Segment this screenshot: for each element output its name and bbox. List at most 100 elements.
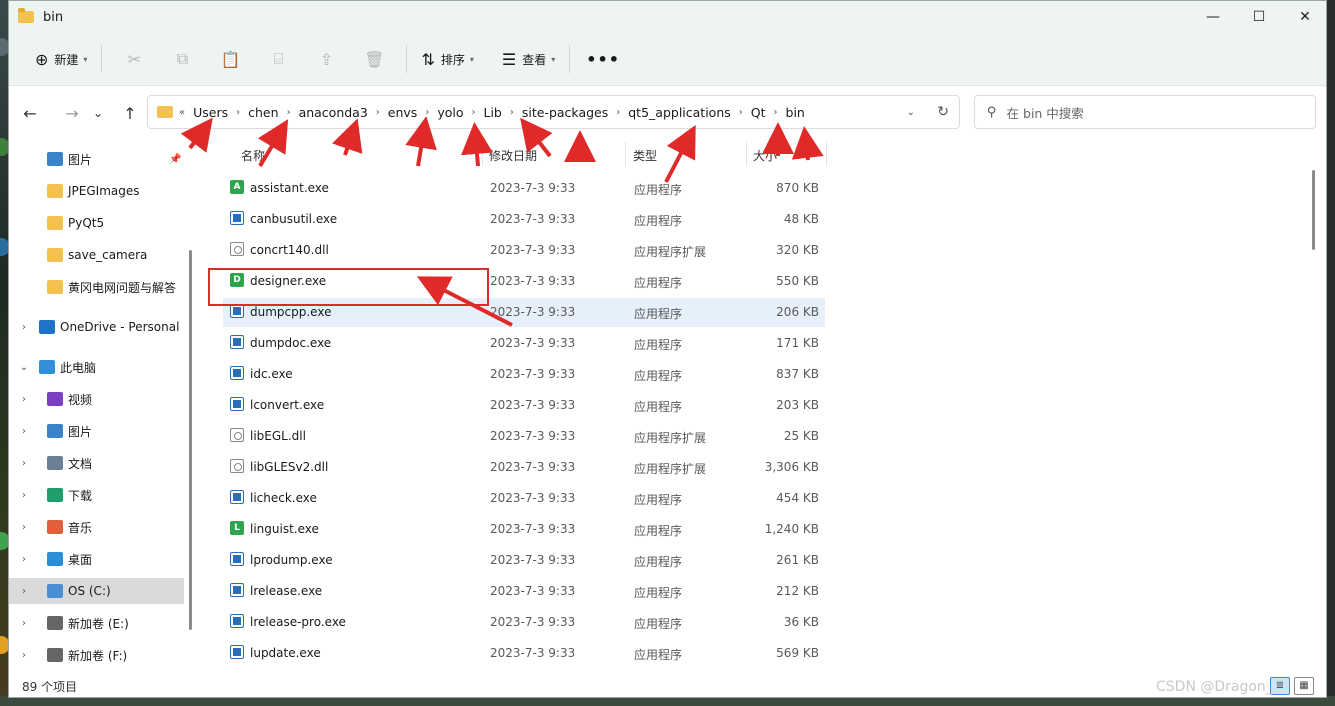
sidebar-item[interactable]: › OneDrive - Personal — [9, 314, 184, 340]
copy-icon[interactable]: ⧉ — [158, 43, 206, 75]
breadcrumb-separator[interactable]: › — [774, 107, 778, 118]
sidebar-item[interactable]: PyQt5 — [9, 210, 184, 236]
chevron-right-icon[interactable]: › — [19, 618, 29, 629]
breadcrumb-item[interactable]: Qt — [751, 105, 766, 120]
view-button[interactable]: ☰ 查看 ▾ — [496, 43, 561, 75]
breadcrumb-separator[interactable]: › — [510, 107, 514, 118]
sidebar-item[interactable]: ⌄ 此电脑 — [9, 354, 184, 380]
table-row[interactable]: idc.exe 2023-7-3 9:33 应用程序 837 KB — [223, 360, 825, 389]
maximize-button[interactable]: ☐ — [1236, 1, 1282, 33]
more-options-button[interactable]: ••• — [586, 50, 620, 69]
sidebar-item[interactable]: › 下载 — [9, 482, 184, 508]
breadcrumb-separator[interactable]: › — [616, 107, 620, 118]
breadcrumb-item[interactable]: Lib — [484, 105, 502, 120]
up-button[interactable]: ↑ — [115, 104, 145, 123]
sort-button[interactable]: ⇅ 排序 ▾ — [415, 43, 479, 75]
sidebar-item[interactable]: › 新加卷 (F:) — [9, 642, 184, 668]
column-divider[interactable] — [826, 142, 827, 166]
breadcrumb-item[interactable]: site-packages — [522, 105, 608, 120]
breadcrumb-overflow[interactable]: « — [179, 107, 185, 118]
sidebar-item[interactable]: › 新加卷 (E:) — [9, 610, 184, 636]
cut-icon[interactable]: ✂ — [110, 43, 158, 75]
column-divider[interactable] — [482, 142, 483, 166]
column-header-type[interactable]: 类型 — [633, 140, 657, 170]
forward-button[interactable]: → — [57, 104, 87, 123]
chevron-right-icon[interactable]: › — [19, 586, 29, 597]
breadcrumb-item[interactable]: chen — [248, 105, 278, 120]
close-button[interactable]: ✕ — [1282, 1, 1326, 33]
table-row[interactable]: lprodump.exe 2023-7-3 9:33 应用程序 261 KB — [223, 546, 825, 575]
breadcrumb-item[interactable]: Users — [193, 105, 228, 120]
table-row[interactable]: Ddesigner.exe 2023-7-3 9:33 应用程序 550 KB — [223, 267, 825, 296]
sidebar-item[interactable]: › 视频 — [9, 386, 184, 412]
recent-locations-button[interactable]: ⌄ — [87, 106, 109, 120]
address-bar[interactable]: « Users › chen › anaconda3 › envs › yolo › Lib › sit… — [147, 95, 960, 129]
breadcrumb-item[interactable]: qt5_applications — [628, 105, 731, 120]
refresh-icon[interactable]: ↻ — [937, 104, 949, 120]
details-view-icon[interactable]: ≣ — [1270, 677, 1290, 695]
tiles-view-icon[interactable]: ▦ — [1294, 677, 1314, 695]
sidebar-item[interactable]: › 桌面 — [9, 546, 184, 572]
sidebar-item[interactable]: 图片 📌 — [9, 146, 184, 172]
share-icon[interactable]: ⇪ — [302, 43, 350, 75]
breadcrumb-separator[interactable]: › — [425, 107, 429, 118]
minimize-button[interactable]: — — [1190, 1, 1236, 33]
back-button[interactable]: ← — [15, 104, 45, 123]
breadcrumb-item[interactable]: bin — [786, 105, 805, 120]
breadcrumb-item[interactable]: anaconda3 — [299, 105, 368, 120]
column-header-date[interactable]: 修改日期 — [489, 140, 537, 170]
table-row[interactable]: Llinguist.exe 2023-7-3 9:33 应用程序 1,240 KB — [223, 515, 825, 544]
sidebar-item[interactable]: save_camera — [9, 242, 184, 268]
table-row[interactable]: libGLESv2.dll 2023-7-3 9:33 应用程序扩展 3,306 KB — [223, 453, 825, 482]
breadcrumb-separator[interactable]: › — [472, 107, 476, 118]
table-row[interactable]: concrt140.dll 2023-7-3 9:33 应用程序扩展 320 KB — [223, 236, 825, 265]
sidebar-item[interactable]: JPEGImages — [9, 178, 184, 204]
breadcrumb-separator[interactable]: › — [376, 107, 380, 118]
file-name: libGLESv2.dll — [250, 460, 329, 474]
chevron-right-icon[interactable]: › — [19, 322, 29, 333]
sidebar-item[interactable]: › OS (C:) — [9, 578, 184, 604]
sidebar-scrollbar[interactable] — [189, 250, 192, 630]
delete-icon[interactable]: 🗑 — [350, 43, 398, 75]
new-button[interactable]: ⊕ 新建 ▾ — [29, 43, 93, 75]
column-header-size[interactable]: 大小 — [753, 140, 777, 170]
column-header-name[interactable]: 名称 — [241, 140, 265, 170]
rename-icon[interactable]: ⌸ — [254, 43, 302, 75]
chevron-right-icon[interactable]: › — [19, 554, 29, 565]
table-row[interactable]: lconvert.exe 2023-7-3 9:33 应用程序 203 KB — [223, 391, 825, 420]
sidebar-item[interactable]: › 图片 — [9, 418, 184, 444]
breadcrumb-item[interactable]: yolo — [437, 105, 463, 120]
table-row[interactable]: licheck.exe 2023-7-3 9:33 应用程序 454 KB — [223, 484, 825, 513]
sidebar-item[interactable]: 黄冈电网问题与解答 — [9, 274, 184, 300]
table-row[interactable]: Aassistant.exe 2023-7-3 9:33 应用程序 870 KB — [223, 174, 825, 203]
chevron-right-icon[interactable]: › — [19, 394, 29, 405]
column-divider[interactable] — [746, 142, 747, 166]
chevron-down-icon[interactable]: ⌄ — [907, 107, 915, 118]
download-icon — [47, 488, 63, 502]
breadcrumb-separator[interactable]: › — [739, 107, 743, 118]
chevron-right-icon[interactable]: › — [19, 426, 29, 437]
chevron-right-icon[interactable]: › — [19, 650, 29, 661]
table-row[interactable]: dumpcpp.exe 2023-7-3 9:33 应用程序 206 KB — [223, 298, 825, 327]
chevron-down-icon[interactable]: ⌄ — [19, 362, 29, 373]
table-row[interactable]: dumpdoc.exe 2023-7-3 9:33 应用程序 171 KB — [223, 329, 825, 358]
table-row[interactable]: canbusutil.exe 2023-7-3 9:33 应用程序 48 KB — [223, 205, 825, 234]
table-row[interactable]: lupdate.exe 2023-7-3 9:33 应用程序 569 KB — [223, 639, 825, 668]
table-row[interactable]: libEGL.dll 2023-7-3 9:33 应用程序扩展 25 KB — [223, 422, 825, 451]
sidebar-item[interactable]: › 文档 — [9, 450, 184, 476]
scrollbar-thumb[interactable] — [1312, 170, 1315, 250]
breadcrumb-separator[interactable]: › — [287, 107, 291, 118]
chevron-right-icon[interactable]: › — [19, 458, 29, 469]
sidebar-item[interactable]: › 音乐 — [9, 514, 184, 540]
column-divider[interactable] — [625, 142, 626, 166]
search-input[interactable]: ⚲ 在 bin 中搜索 — [974, 95, 1316, 129]
chevron-right-icon[interactable]: › — [19, 490, 29, 501]
chevron-right-icon[interactable]: › — [19, 522, 29, 533]
paste-icon[interactable]: 📋 — [206, 43, 254, 75]
breadcrumb-item[interactable]: envs — [388, 105, 418, 120]
table-row[interactable]: lrelease.exe 2023-7-3 9:33 应用程序 212 KB — [223, 577, 825, 606]
table-row[interactable]: lrelease-pro.exe 2023-7-3 9:33 应用程序 36 KB — [223, 608, 825, 637]
file-name: lrelease.exe — [250, 584, 323, 598]
file-list-scrollbar[interactable] — [1308, 140, 1318, 674]
breadcrumb-separator[interactable]: › — [236, 107, 240, 118]
